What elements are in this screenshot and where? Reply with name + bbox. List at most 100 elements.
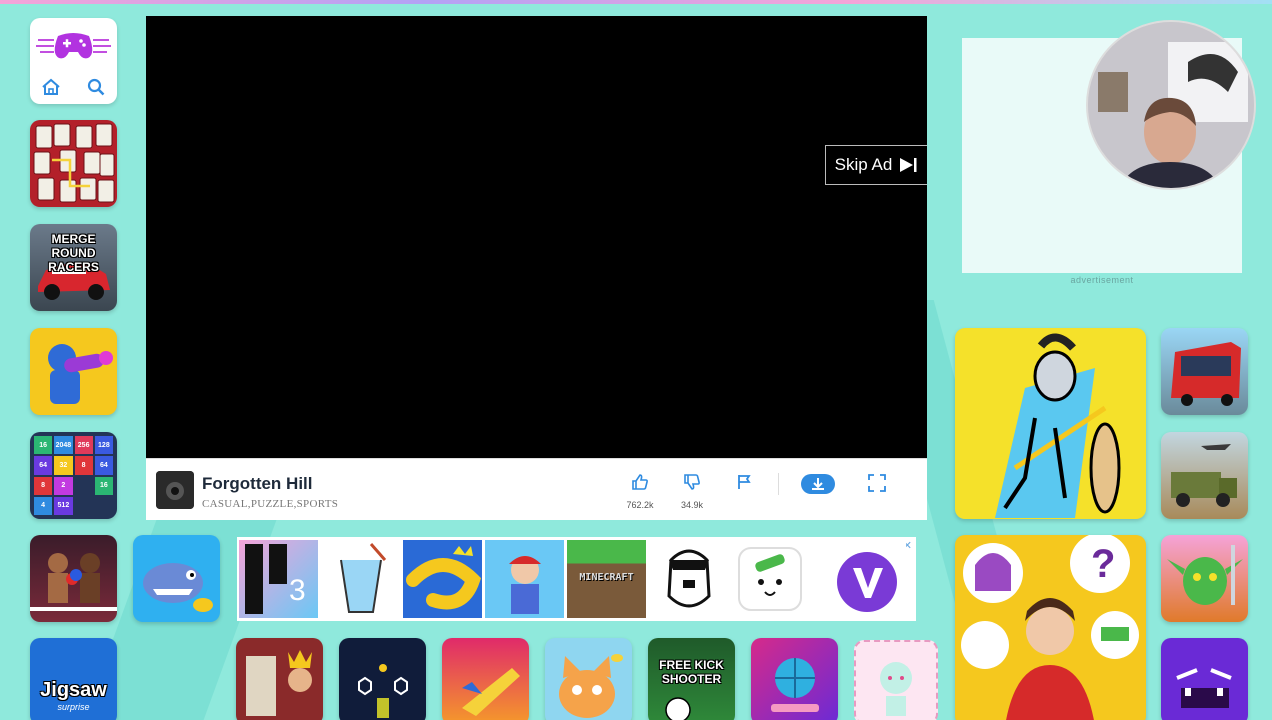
king-card-icon	[246, 650, 312, 716]
bus-icon	[1171, 342, 1241, 406]
top-stripe	[0, 0, 1272, 4]
bunny-icon	[738, 547, 802, 611]
ad-app-happy-glass[interactable]	[321, 540, 400, 618]
basketball-icon	[771, 658, 819, 712]
game-tile-basketball[interactable]	[751, 638, 838, 720]
home-icon[interactable]	[41, 78, 61, 96]
piano-tiles-icon: 3	[245, 544, 306, 614]
game-tile-shark[interactable]	[133, 535, 220, 622]
game-tile-2048[interactable]: 16 2048 256 128 64 32 8 64 8 2 16 4 512	[30, 432, 117, 519]
skip-ad-label: Skip Ad	[834, 155, 893, 174]
grid-cell	[94, 496, 113, 515]
grid-cell	[74, 476, 93, 495]
shark-icon	[143, 563, 213, 612]
game-tile-paint-shooter[interactable]	[30, 328, 117, 415]
tile-subtitle-jigsaw: surprise	[57, 702, 90, 712]
game-tile-boxing[interactable]	[30, 535, 117, 622]
game-tile-free-kick-shooter[interactable]: FREE KICK SHOOTER	[648, 638, 735, 720]
game-tile-thinking-man[interactable]: ?	[955, 535, 1146, 720]
like-count: 762.2k	[626, 500, 654, 510]
minecraft-label: MINECRAFT	[579, 572, 634, 583]
ad-banner[interactable]: ▷✕ 3 MINECRAFT	[237, 537, 916, 621]
gamepad-logo-icon[interactable]	[30, 24, 117, 64]
skip-forward-icon	[900, 158, 917, 172]
game-tile-goblin[interactable]	[1161, 535, 1248, 622]
ad-app-viber[interactable]	[827, 540, 906, 618]
flag-icon	[738, 475, 751, 489]
grid-cell: 512	[54, 496, 73, 515]
number-grid: 16 2048 256 128 64 32 8 64 8 2 16 4 512	[34, 436, 113, 515]
game-tile-ball-cannon[interactable]	[339, 638, 426, 720]
game-tile-card-king[interactable]	[236, 638, 323, 720]
soccer-ball-icon	[665, 697, 691, 720]
v-logo-icon	[837, 552, 897, 612]
game-tile-cat[interactable]	[545, 638, 632, 720]
cat-icon	[559, 654, 623, 718]
advertisement-label: advertisement	[1070, 275, 1134, 285]
game-tile-spartan-hero[interactable]	[955, 328, 1146, 519]
game-tile-mahjong[interactable]	[30, 120, 117, 207]
game-tile-jigsaw[interactable]: Jigsaw surprise	[30, 638, 117, 720]
grid-cell	[74, 496, 93, 515]
monster-icon	[1176, 668, 1232, 708]
dislike-button[interactable]: 34.9k	[672, 473, 712, 510]
surfer-icon	[509, 556, 541, 614]
game-tile-merge-round-racers[interactable]: MERGE ROUND RACERS	[30, 224, 117, 311]
report-button[interactable]	[724, 473, 764, 496]
tile-title-jigsaw: Jigsaw	[40, 679, 107, 701]
svg-text:3: 3	[289, 574, 306, 607]
game-tile-purple-monster[interactable]	[1161, 638, 1248, 720]
grid-cell: 16	[94, 476, 113, 495]
action-divider	[778, 473, 779, 495]
thinking-man-icon: ?	[961, 535, 1139, 720]
thumbs-up-icon	[632, 474, 648, 490]
ad-app-toca[interactable]	[731, 540, 810, 618]
grid-cell: 2048	[54, 436, 73, 455]
grid-cell: 2	[54, 476, 73, 495]
incredibox-face-icon	[667, 549, 711, 608]
game-title: Forgotten Hill	[202, 474, 313, 493]
ad-app-piano-tiles[interactable]: 3	[239, 540, 318, 618]
boxers-icon	[30, 553, 117, 611]
grid-cell: 32	[54, 456, 73, 475]
grid-cell: 128	[94, 436, 113, 455]
game-tile-bus-simulator[interactable]	[1161, 328, 1248, 415]
grid-cell: 16	[34, 436, 53, 455]
goblin-icon	[1167, 545, 1243, 605]
character-blaster-icon	[48, 344, 113, 404]
skip-ad-button[interactable]: Skip Ad	[825, 145, 927, 185]
fullscreen-button[interactable]	[857, 473, 897, 498]
fullscreen-icon	[868, 474, 886, 492]
grid-cell: 64	[34, 456, 53, 475]
download-button[interactable]	[798, 473, 838, 500]
webcam-overlay	[1086, 20, 1256, 190]
game-tile-jet-racer[interactable]	[442, 638, 529, 720]
ad-app-incredibox[interactable]	[649, 540, 728, 618]
game-tile-army-truck[interactable]	[1161, 432, 1248, 519]
grid-cell: 4	[34, 496, 53, 515]
grid-cell: 64	[94, 456, 113, 475]
ad-app-minecraft[interactable]: MINECRAFT	[567, 540, 646, 618]
army-truck-icon	[1171, 444, 1237, 507]
svg-text:?: ?	[1091, 542, 1115, 586]
ad-app-snake[interactable]	[403, 540, 482, 618]
video-ad-area[interactable]	[146, 16, 927, 458]
grid-cell: 256	[74, 436, 93, 455]
download-icon	[801, 474, 835, 494]
grid-cell: 8	[74, 456, 93, 475]
webcam-person-image	[1088, 22, 1254, 188]
game-thumbnail-icon	[156, 471, 194, 509]
hexagon-cannon-icon	[358, 664, 408, 718]
search-icon[interactable]	[87, 78, 105, 96]
game-thumbnail[interactable]	[156, 471, 194, 509]
grid-cell: 8	[34, 476, 53, 495]
doll-icon	[880, 662, 912, 716]
site-logo-card	[30, 18, 117, 104]
game-tile-doll[interactable]	[854, 640, 938, 720]
glass-icon	[340, 543, 387, 613]
dislike-count: 34.9k	[680, 500, 704, 510]
ad-app-subway-surfers[interactable]	[485, 540, 564, 618]
like-button[interactable]: 762.2k	[620, 473, 660, 510]
game-info-bar: Forgotten Hill CASUAL,PUZZLE,SPORTS 762.…	[146, 458, 927, 520]
game-categories: CASUAL,PUZZLE,SPORTS	[202, 498, 339, 510]
